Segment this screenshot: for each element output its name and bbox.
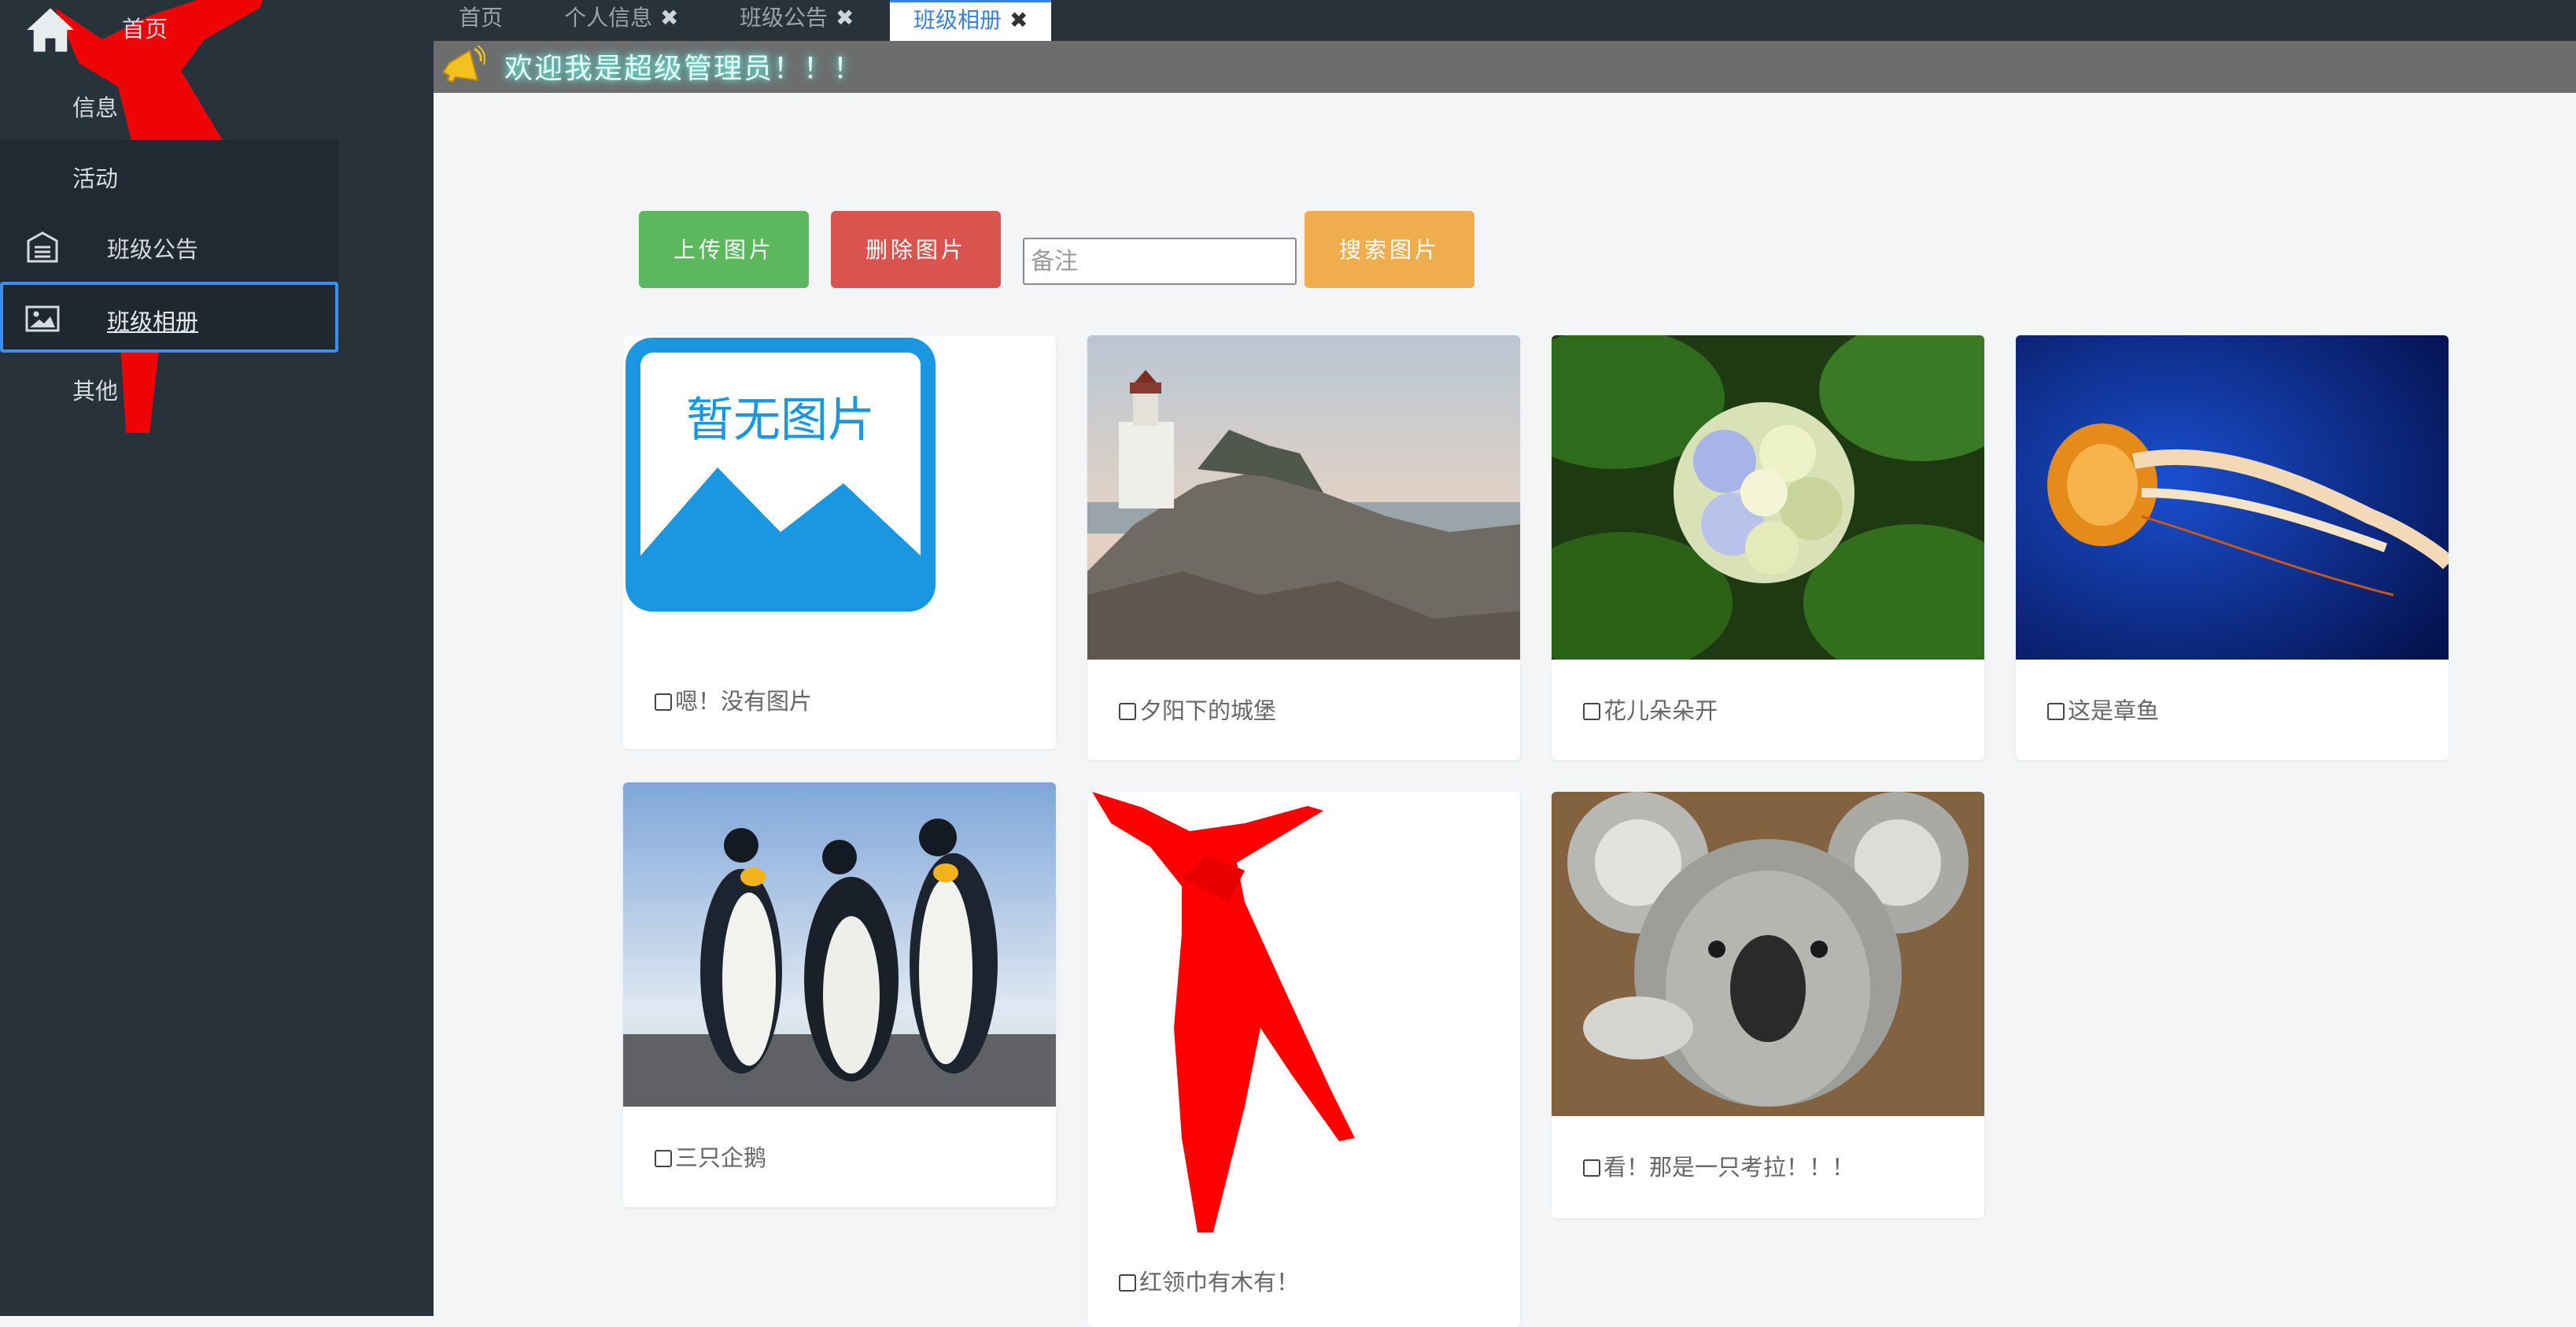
- sidebar-item-label: 班级相册: [107, 309, 199, 335]
- sidebar-item-label: 其他: [72, 378, 119, 405]
- photo-card[interactable]: 夕阳下的城堡: [1087, 335, 1520, 760]
- speaker-icon: [441, 46, 485, 83]
- photo-card[interactable]: 看！那是一只考拉！！！: [1552, 792, 1984, 1218]
- tab-home[interactable]: 首页: [459, 0, 503, 41]
- close-icon[interactable]: ✖: [836, 5, 854, 31]
- tab-label: 个人信息: [564, 5, 653, 31]
- photo-card[interactable]: 三只企鹅: [623, 782, 1056, 1207]
- sidebar-item-activity[interactable]: 活动: [0, 140, 338, 211]
- no-image-placeholder: 暂无图片: [626, 338, 936, 612]
- hydrangea-photo: [1552, 335, 1984, 660]
- caption-text: 夕阳下的城堡: [1139, 697, 1277, 724]
- sidebar-item-info[interactable]: 信息: [0, 69, 338, 140]
- welcome-text: 欢迎我是超级管理员！！！: [504, 53, 864, 85]
- photo-card[interactable]: 红领巾有木有！: [1087, 792, 1520, 1327]
- close-icon[interactable]: ✖: [660, 5, 678, 31]
- photo-caption[interactable]: 这是章鱼: [2047, 693, 2159, 726]
- photo-checkbox[interactable]: [1119, 703, 1136, 720]
- photo-caption[interactable]: 三只企鹅: [655, 1140, 766, 1173]
- photo-caption[interactable]: 嗯！没有图片: [655, 683, 812, 716]
- search-image-button[interactable]: 搜索图片: [1305, 211, 1474, 288]
- caption-text: 嗯！没有图片: [675, 688, 813, 715]
- sidebar-item-label: 首页: [122, 16, 168, 43]
- tab-class-notice[interactable]: 班级公告 ✖: [740, 0, 854, 41]
- photo-card[interactable]: 暂无图片 嗯！没有图片: [623, 335, 1056, 749]
- photo-checkbox[interactable]: [1583, 703, 1600, 720]
- delete-image-button[interactable]: 删除图片: [831, 211, 1001, 288]
- caption-text: 红领巾有木有！: [1139, 1269, 1300, 1296]
- photo-checkbox[interactable]: [655, 693, 672, 711]
- red-scarf-image: [1087, 792, 1520, 1233]
- photo-checkbox[interactable]: [655, 1150, 672, 1167]
- photo-checkbox[interactable]: [1583, 1159, 1600, 1177]
- tab-personal-info[interactable]: 个人信息 ✖: [564, 0, 678, 41]
- sidebar-item-home[interactable]: 首页: [0, 0, 338, 71]
- tab-label: 班级公告: [740, 5, 829, 31]
- placeholder-text: 暂无图片: [686, 393, 875, 448]
- photo-caption[interactable]: 花儿朵朵开: [1583, 693, 1718, 726]
- koala-photo: [1552, 792, 1984, 1116]
- tab-class-album[interactable]: 班级相册 ✖: [890, 0, 1052, 41]
- tab-label: 首页: [459, 5, 504, 31]
- sidebar-item-other[interactable]: 其他: [0, 353, 338, 423]
- photo-caption[interactable]: 红领巾有木有！: [1119, 1264, 1299, 1297]
- upload-image-button[interactable]: 上传图片: [639, 211, 809, 288]
- tab-label: 班级相册: [913, 7, 1002, 33]
- photo-caption[interactable]: 看！那是一只考拉！！！: [1583, 1149, 1854, 1182]
- lighthouse-photo: [1087, 335, 1520, 660]
- sidebar-item-album[interactable]: 班级相册: [0, 282, 338, 353]
- photo-card[interactable]: 这是章鱼: [2016, 335, 2449, 760]
- photo-checkbox[interactable]: [2047, 703, 2065, 720]
- penguins-photo: [623, 782, 1056, 1107]
- sidebar-item-notice[interactable]: 班级公告: [0, 211, 338, 282]
- photo-caption[interactable]: 夕阳下的城堡: [1119, 693, 1276, 726]
- tab-bar: 首页 个人信息 ✖ 班级公告 ✖ 班级相册 ✖: [434, 0, 2576, 41]
- sidebar: 首页 信息 活动 班级公告 班级相册 其他: [0, 0, 434, 1316]
- sidebar-item-label: 信息: [72, 94, 119, 121]
- caption-text: 花儿朵朵开: [1604, 697, 1718, 724]
- sidebar-item-label: 班级公告: [107, 236, 199, 263]
- close-icon[interactable]: ✖: [1009, 7, 1028, 33]
- remark-input[interactable]: [1023, 238, 1297, 285]
- caption-text: 这是章鱼: [2068, 697, 2160, 724]
- welcome-banner: 欢迎我是超级管理员！！！: [434, 41, 2576, 93]
- photo-card[interactable]: 花儿朵朵开: [1552, 335, 1984, 760]
- jellyfish-photo: [2016, 335, 2449, 660]
- caption-text: 看！那是一只考拉！！！: [1604, 1154, 1855, 1181]
- photo-checkbox[interactable]: [1119, 1274, 1136, 1292]
- notice-icon: [27, 231, 58, 263]
- sidebar-item-label: 活动: [72, 165, 119, 192]
- picture-icon: [25, 305, 60, 332]
- caption-text: 三只企鹅: [675, 1144, 767, 1171]
